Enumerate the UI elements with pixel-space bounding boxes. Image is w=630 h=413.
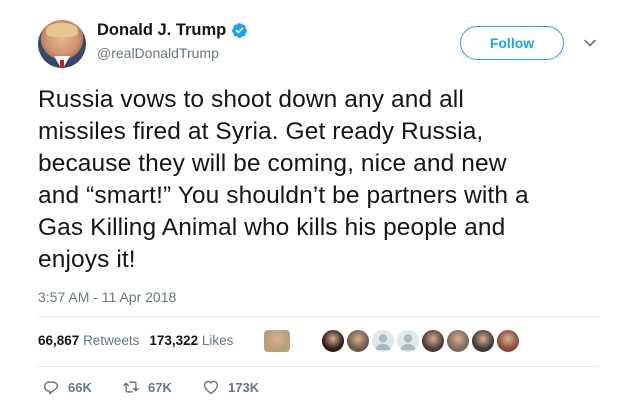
default-avatar-icon[interactable] xyxy=(395,328,421,354)
reply-count: 66K xyxy=(68,379,92,395)
liker-avatar[interactable] xyxy=(320,328,346,354)
tweet-text-line: and “smart!” You shouldn’t be partners w… xyxy=(38,182,529,209)
name-row: Donald J. Trump xyxy=(97,21,248,40)
retweet-button[interactable]: 67K xyxy=(122,378,172,396)
tweet-timestamp[interactable]: 3:57 AM - 11 Apr 2018 xyxy=(38,289,176,305)
liker-avatar[interactable] xyxy=(495,328,521,354)
chevron-down-icon[interactable] xyxy=(583,36,597,50)
likes-stat[interactable]: 173,322 Likes xyxy=(149,333,233,348)
retweet-count: 67K xyxy=(148,379,172,395)
tweet-text-line: because they will be coming, nice and ne… xyxy=(38,150,507,177)
tweet-text-line: Gas Killing Animal who kills his people … xyxy=(38,214,506,241)
like-count: 173K xyxy=(228,379,260,395)
reply-icon xyxy=(43,381,59,395)
tweet-text-line: Russia vows to shoot down any and all xyxy=(38,86,464,113)
tweet-card: Donald J. Trump @realDonaldTrump Follow … xyxy=(0,0,630,413)
liker-avatar[interactable] xyxy=(470,328,496,354)
tweet-text-line: missiles fired at Syria. Get ready Russi… xyxy=(38,118,484,145)
tweet-text: Russia vows to shoot down any and all mi… xyxy=(38,84,606,276)
liker-avatar[interactable] xyxy=(445,328,471,354)
default-avatar-icon[interactable] xyxy=(370,328,396,354)
tweet-stats: 66,867 Retweets 173,322 Likes xyxy=(38,333,233,348)
like-button[interactable]: 173K xyxy=(202,378,259,396)
retweet-icon xyxy=(123,381,139,393)
heart-icon xyxy=(203,380,219,395)
liker-avatar[interactable] xyxy=(262,328,292,354)
verified-badge-icon xyxy=(232,23,248,38)
retweets-stat[interactable]: 66,867 Retweets xyxy=(38,333,139,348)
liker-avatar[interactable] xyxy=(420,328,446,354)
tweet-text-line: enjoys it! xyxy=(38,246,136,273)
user-handle[interactable]: @realDonaldTrump xyxy=(97,45,219,61)
likes-count: 173,322 xyxy=(149,333,199,348)
divider xyxy=(38,366,599,367)
retweets-label: Retweets xyxy=(83,333,140,348)
avatar-hair xyxy=(46,23,78,37)
likes-label: Likes xyxy=(201,333,234,348)
avatar-tie xyxy=(60,60,64,68)
liker-avatar[interactable] xyxy=(345,328,371,354)
divider xyxy=(38,316,599,317)
retweets-count: 66,867 xyxy=(38,333,80,348)
reply-button[interactable]: 66K xyxy=(42,378,92,396)
avatar[interactable] xyxy=(38,20,86,68)
follow-button[interactable]: Follow xyxy=(460,26,564,60)
display-name[interactable]: Donald J. Trump xyxy=(97,21,226,40)
